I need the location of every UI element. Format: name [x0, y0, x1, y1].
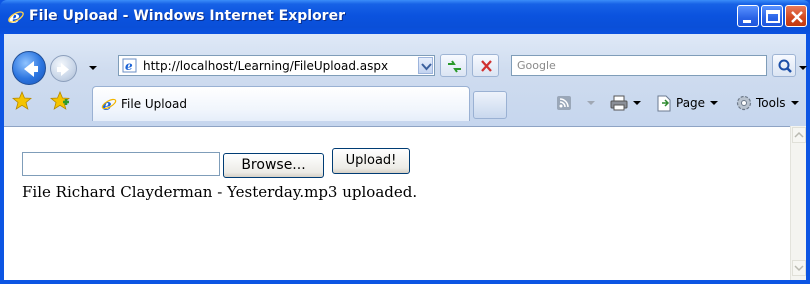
- chevron-down-icon: [799, 66, 807, 70]
- minimize-icon: [743, 20, 751, 23]
- address-bar[interactable]: e http://localhost/Learning/FileUpload.a…: [118, 55, 435, 76]
- chevron-down-icon: [794, 265, 804, 272]
- favorites-star-icon: [11, 90, 33, 110]
- search-options-dropdown[interactable]: [798, 62, 808, 72]
- tools-menu-button[interactable]: Tools: [735, 94, 800, 112]
- browse-button[interactable]: Browse...: [223, 153, 324, 178]
- ie-page-icon: e: [101, 96, 117, 114]
- stop-icon: [481, 60, 492, 72]
- maximize-icon: [766, 10, 780, 23]
- tools-menu-label: Tools: [756, 96, 786, 110]
- svg-text:e: e: [125, 59, 133, 73]
- stop-button[interactable]: [472, 54, 499, 77]
- scroll-up-button[interactable]: [792, 127, 806, 143]
- chevron-down-icon: [710, 101, 719, 105]
- chevron-down-icon: [790, 101, 799, 105]
- add-favorite-icon: [49, 90, 71, 110]
- title-bar[interactable]: e File Upload - Windows Internet Explore…: [0, 0, 810, 34]
- vertical-scrollbar[interactable]: [790, 126, 806, 280]
- search-button[interactable]: [772, 54, 796, 77]
- upload-status-message: File Richard Clayderman - Yesterday.mp3 …: [22, 183, 418, 201]
- window-title: File Upload - Windows Internet Explorer: [29, 8, 345, 24]
- chevron-down-icon: [633, 101, 641, 105]
- file-path-input[interactable]: [22, 152, 220, 176]
- rss-feed-icon: [557, 96, 571, 110]
- search-input[interactable]: Google: [511, 55, 767, 76]
- search-icon: [778, 59, 792, 73]
- refresh-icon: [448, 60, 461, 73]
- print-button[interactable]: [610, 94, 642, 112]
- tab-file-upload[interactable]: e File Upload: [92, 86, 470, 121]
- close-icon: [791, 11, 803, 23]
- recent-pages-dropdown[interactable]: [88, 62, 98, 72]
- new-tab-button[interactable]: [473, 91, 507, 119]
- forward-arrow-icon: [57, 63, 69, 76]
- gear-icon: [736, 95, 752, 111]
- ie-page-icon: e: [122, 58, 137, 73]
- address-url[interactable]: http://localhost/Learning/FileUpload.asp…: [143, 59, 388, 73]
- forward-button[interactable]: [50, 55, 77, 82]
- page-menu-button[interactable]: Page: [656, 94, 719, 112]
- ie-icon: e: [7, 8, 25, 28]
- chevron-up-icon: [794, 131, 804, 138]
- search-placeholder: Google: [517, 59, 556, 72]
- add-favorite-button[interactable]: [49, 90, 71, 111]
- chevron-down-icon: [421, 63, 432, 71]
- page-icon: [657, 95, 671, 111]
- chevron-down-icon: [587, 101, 595, 105]
- scroll-down-button[interactable]: [792, 260, 806, 276]
- refresh-button[interactable]: [440, 54, 467, 77]
- address-dropdown[interactable]: [418, 57, 433, 74]
- tab-label: File Upload: [121, 97, 187, 111]
- printer-icon: [610, 95, 628, 111]
- chevron-down-icon: [89, 66, 97, 70]
- upload-button[interactable]: Upload!: [332, 148, 410, 174]
- back-button[interactable]: [12, 51, 46, 85]
- close-button[interactable]: [785, 5, 807, 27]
- page-menu-label: Page: [676, 96, 706, 110]
- favorites-center-button[interactable]: [11, 90, 33, 111]
- maximize-button[interactable]: [761, 5, 783, 27]
- back-arrow-icon: [24, 61, 38, 77]
- feeds-button[interactable]: [556, 94, 596, 112]
- minimize-button[interactable]: [737, 5, 759, 27]
